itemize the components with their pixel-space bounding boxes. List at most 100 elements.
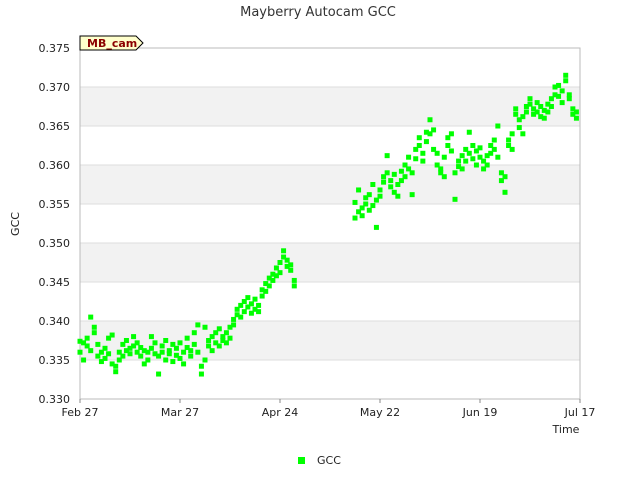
legend: GCC <box>298 454 341 467</box>
gcc-point <box>513 111 519 117</box>
gcc-point <box>156 371 162 377</box>
gcc-point <box>545 109 551 115</box>
gcc-point <box>113 369 119 375</box>
gcc-point <box>502 174 508 180</box>
gcc-point <box>459 153 465 159</box>
gcc-point <box>413 156 419 162</box>
gcc-point <box>384 170 390 176</box>
gcc-point <box>459 166 465 172</box>
gcc-point <box>163 357 169 363</box>
gcc-point <box>152 340 158 346</box>
gcc-point <box>520 114 526 120</box>
gcc-point <box>406 154 412 160</box>
gcc-point <box>356 187 362 193</box>
gcc-point <box>441 154 447 160</box>
gcc-point <box>284 257 290 263</box>
gcc-point <box>209 348 215 354</box>
gcc-point <box>559 100 565 106</box>
gcc-point <box>370 182 376 187</box>
gcc-scatter-chart: Mayberry Autocam GCC 0.330 0.335 0.340 0.34… <box>9 5 595 467</box>
gcc-point <box>216 326 222 332</box>
gcc-point <box>523 109 529 115</box>
gcc-point <box>502 189 508 195</box>
gcc-point <box>388 178 394 184</box>
gcc-point <box>177 340 183 346</box>
gcc-point <box>195 349 201 355</box>
gcc-point <box>534 109 540 115</box>
gcc-point <box>373 224 379 230</box>
gcc-point <box>416 135 422 141</box>
gcc-point <box>420 158 426 164</box>
gcc-point <box>506 137 512 143</box>
chart-title: Mayberry Autocam GCC <box>240 5 396 20</box>
gcc-point <box>202 324 208 330</box>
gcc-point <box>420 150 426 156</box>
gcc-point <box>573 115 579 121</box>
gcc-point <box>198 371 204 377</box>
gcc-point <box>277 260 283 265</box>
gcc-point <box>223 330 229 336</box>
gcc-point <box>159 349 165 355</box>
legend-marker <box>298 457 305 464</box>
gcc-point <box>231 322 237 328</box>
legend-label: GCC <box>317 454 341 467</box>
y-tick-label: 0.360 <box>39 159 71 172</box>
gcc-point <box>445 143 451 148</box>
gcc-point <box>452 170 458 176</box>
gcc-point <box>227 335 233 341</box>
gcc-point <box>191 341 197 347</box>
y-tick-label: 0.370 <box>39 81 71 94</box>
grid-band <box>80 165 580 204</box>
y-tick-label: 0.335 <box>39 354 71 367</box>
gcc-point <box>548 104 554 109</box>
y-axis-ticks: 0.330 0.335 0.340 0.345 0.350 0.355 0.360 0.365… <box>39 42 71 406</box>
gcc-point <box>241 309 247 315</box>
gcc-point <box>541 115 547 121</box>
gcc-point <box>388 184 394 190</box>
gcc-point <box>198 363 204 369</box>
site-tag: MB_cam <box>79 35 144 51</box>
gcc-point <box>563 78 569 84</box>
y-tick-label: 0.330 <box>39 393 71 406</box>
y-tick-label: 0.365 <box>39 120 71 133</box>
gcc-point <box>259 293 265 299</box>
gcc-point <box>120 353 126 359</box>
gcc-point <box>91 324 97 330</box>
y-axis-label: GCC <box>9 212 22 236</box>
gcc-point <box>377 187 383 193</box>
x-tick-label: Feb 27 <box>62 406 99 419</box>
gcc-point <box>416 143 422 148</box>
gcc-point <box>148 334 154 340</box>
gcc-point <box>188 353 194 359</box>
x-tick-label: May 22 <box>360 406 400 419</box>
y-tick-label: 0.375 <box>39 42 71 55</box>
gcc-point <box>95 341 101 347</box>
gcc-point <box>191 330 197 336</box>
y-tick-label: 0.355 <box>39 198 71 211</box>
gcc-point <box>456 158 462 164</box>
gcc-point <box>188 348 194 354</box>
x-axis-label: Time <box>552 423 580 436</box>
gcc-point <box>409 170 415 176</box>
gcc-point <box>166 351 172 357</box>
gcc-point <box>270 277 276 283</box>
gcc-point <box>509 146 515 152</box>
gcc-point <box>263 288 269 294</box>
gcc-point <box>106 351 112 357</box>
gcc-point <box>181 349 187 355</box>
gcc-point <box>559 88 565 94</box>
gcc-point <box>256 309 262 315</box>
gcc-point <box>84 343 90 349</box>
gcc-point <box>216 343 222 349</box>
gcc-point <box>566 96 572 102</box>
gcc-point <box>470 156 476 162</box>
gcc-point <box>281 248 287 254</box>
gcc-point <box>238 314 244 320</box>
gcc-point <box>513 106 519 112</box>
gcc-point <box>170 359 176 365</box>
gcc-point <box>398 168 404 174</box>
site-tag-label: MB_cam <box>87 37 137 50</box>
y-tick-label: 0.340 <box>39 315 71 328</box>
grid-band <box>80 243 580 282</box>
gcc-point <box>256 302 262 308</box>
